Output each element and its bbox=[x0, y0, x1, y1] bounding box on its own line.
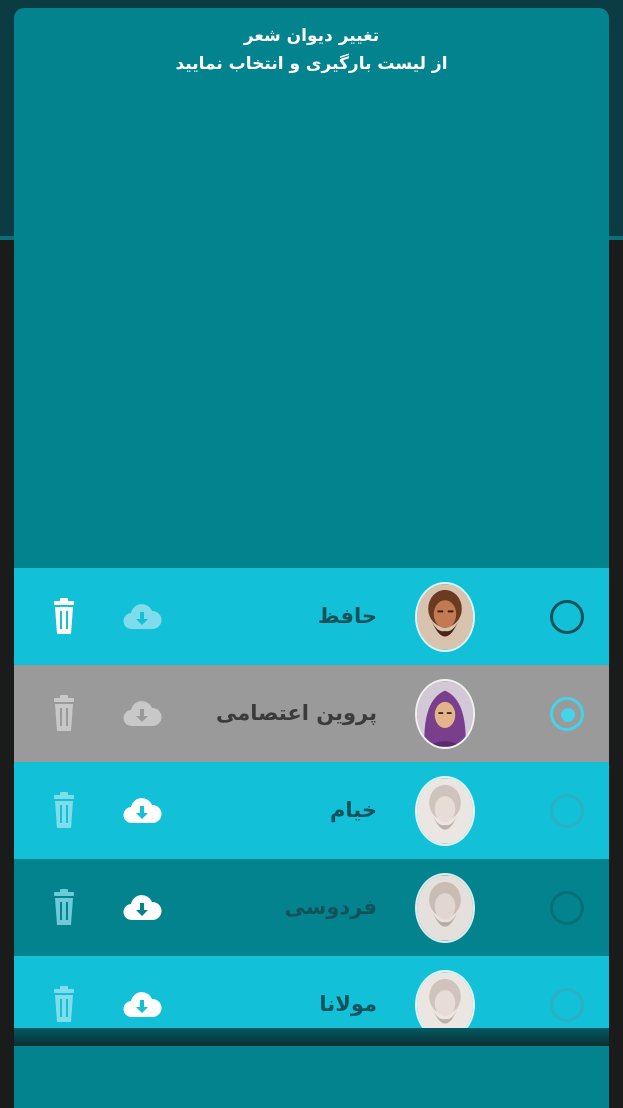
poet-name: فردوسی bbox=[284, 895, 377, 919]
dialog-footer bbox=[14, 1046, 609, 1108]
trash-icon[interactable] bbox=[51, 986, 77, 1024]
radio-button[interactable] bbox=[550, 600, 584, 634]
trash-icon[interactable] bbox=[51, 792, 77, 830]
dialog-header: تغییر دیوان شعر از لیست بارگیری و انتخاب… bbox=[14, 22, 609, 78]
poet-portrait-hafez bbox=[415, 582, 475, 652]
trash-icon[interactable] bbox=[51, 695, 77, 733]
poet-name: پروین اعتصامی bbox=[215, 701, 377, 725]
radio-button[interactable] bbox=[550, 794, 584, 828]
poet-row-hafez[interactable]: حافظ bbox=[14, 568, 609, 665]
poet-portrait-khayyam bbox=[415, 776, 475, 846]
cloud-download-icon[interactable] bbox=[122, 699, 162, 729]
divan-select-dialog: تغییر دیوان شعر از لیست بارگیری و انتخاب… bbox=[14, 8, 609, 1108]
poet-row-khayyam[interactable]: خیام bbox=[14, 762, 609, 859]
dialog-title: تغییر دیوان شعر bbox=[243, 26, 380, 46]
cloud-download-icon[interactable] bbox=[122, 990, 162, 1020]
trash-icon[interactable] bbox=[51, 889, 77, 927]
poet-name: خیام bbox=[330, 798, 377, 822]
radio-button[interactable] bbox=[550, 988, 584, 1022]
poet-name: حافظ bbox=[317, 604, 377, 628]
poet-row-parvin[interactable]: پروین اعتصامی bbox=[14, 665, 609, 762]
radio-button[interactable] bbox=[550, 891, 584, 925]
cloud-download-icon[interactable] bbox=[122, 893, 162, 923]
poet-row-ferdowsi[interactable]: فردوسی bbox=[14, 859, 609, 956]
radio-dot bbox=[561, 708, 575, 722]
radio-button-selected[interactable] bbox=[550, 697, 584, 731]
dialog-subtitle: از لیست بارگیری و انتخاب نمایید bbox=[175, 54, 448, 74]
poet-list: حافظ پروین اعتصامی خیام فردوسی مولانا bbox=[14, 568, 609, 1053]
poet-portrait-parvin bbox=[415, 679, 475, 749]
poet-name: مولانا bbox=[319, 992, 377, 1016]
trash-icon[interactable] bbox=[51, 598, 77, 636]
poet-portrait-ferdowsi bbox=[415, 873, 475, 943]
cloud-download-icon[interactable] bbox=[122, 796, 162, 826]
list-bottom-shadow bbox=[14, 1028, 609, 1046]
cloud-download-icon[interactable] bbox=[122, 602, 162, 632]
